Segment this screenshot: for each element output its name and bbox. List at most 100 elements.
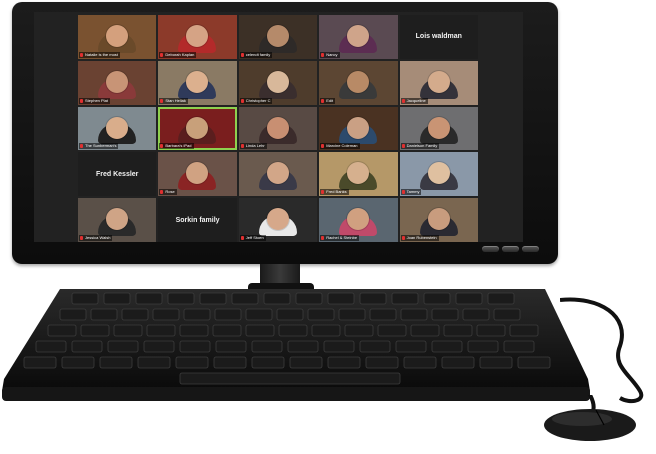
keyboard-key[interactable] [179,324,209,337]
keyboard-key[interactable] [423,292,451,305]
power-button[interactable] [522,246,539,252]
keyboard-key[interactable] [80,324,110,337]
keyboard-key[interactable] [245,324,275,337]
keyboard-key[interactable] [503,340,535,353]
participant-tile[interactable]: Christopher C [238,60,318,105]
keyboard-key[interactable] [215,340,247,353]
keyboard-key[interactable] [344,324,374,337]
keyboard-key[interactable] [179,340,211,353]
participant-tile[interactable]: Linda Lehr [238,106,318,151]
keyboard-key[interactable] [175,356,209,369]
keyboard-key[interactable] [90,308,118,321]
keyboard-key[interactable] [251,340,283,353]
keyboard-key[interactable] [493,308,521,321]
keyboard-key[interactable] [479,356,513,369]
participant-tile[interactable]: Sorkin family [158,198,237,242]
keyboard-key[interactable] [278,324,308,337]
keyboard-key[interactable] [487,292,515,305]
participant-tile[interactable]: Jessica Walsh [78,198,157,242]
keyboard-key[interactable] [47,324,77,337]
keyboard-key[interactable] [23,356,57,369]
keyboard-key[interactable] [509,324,539,337]
keyboard-key[interactable] [146,324,176,337]
keyboard-key[interactable] [212,324,242,337]
keyboard-key[interactable] [143,340,175,353]
participant-tile[interactable]: The Sunberman's [78,106,157,151]
keyboard-key[interactable] [395,340,427,353]
keyboard-key[interactable] [245,308,273,321]
keyboard-key[interactable] [214,308,242,321]
keyboard-key[interactable] [99,356,133,369]
keyboard-key[interactable] [61,356,95,369]
keyboard-key[interactable] [410,324,440,337]
keyboard-key[interactable] [431,340,463,353]
keyboard-key[interactable] [59,308,87,321]
keyboard-key[interactable] [289,356,323,369]
keyboard-key[interactable] [251,356,285,369]
keyboard-key[interactable] [403,356,437,369]
keyboard-key[interactable] [71,340,103,353]
participant-tile[interactable]: Joan Rubenstein [399,198,478,242]
keyboard-key[interactable] [377,324,407,337]
keyboard-key[interactable] [183,308,211,321]
participant-tile[interactable] [238,152,318,197]
participant-tile[interactable]: Barbara's iPad [158,106,237,151]
participant-tile[interactable]: Natalie is the most [78,15,157,59]
participant-tile[interactable]: celendt family [238,15,318,59]
keyboard-key[interactable] [295,292,323,305]
participant-tile[interactable]: Tammy [399,152,478,197]
keyboard-key[interactable] [35,340,67,353]
keyboard-key[interactable] [327,292,355,305]
participant-tile[interactable]: Rachel & Steinbe [319,198,398,242]
participant-tile[interactable]: Edit [319,60,398,105]
keyboard-key[interactable] [71,292,99,305]
keyboard-key[interactable] [287,340,319,353]
keyboard-key[interactable] [167,292,195,305]
keyboard-key[interactable] [276,308,304,321]
participant-tile[interactable]: Lois waldman [399,15,478,59]
keyboard-key[interactable] [152,308,180,321]
keyboard-key[interactable] [391,292,419,305]
keyboard-key[interactable] [107,340,139,353]
keyboard-key[interactable] [307,308,335,321]
keyboard-key[interactable] [135,292,163,305]
keyboard-key[interactable] [517,356,551,369]
keyboard-key[interactable] [441,356,475,369]
participant-tile[interactable]: Stan Heliak [158,60,237,105]
participant-tile[interactable]: Nancy [319,15,398,59]
keyboard-key[interactable] [359,292,387,305]
keyboard-key[interactable] [311,324,341,337]
participant-tile[interactable]: Deborah Kaplan [158,15,237,59]
participant-tile[interactable]: Jeff Stoen [238,198,318,242]
keyboard-key[interactable] [113,324,143,337]
participant-tile[interactable]: Danielson Family [399,106,478,151]
keyboard-key[interactable] [263,292,291,305]
keyboard-key[interactable] [213,356,247,369]
participant-tile[interactable]: Stephen Plat [78,60,157,105]
keyboard-key[interactable] [462,308,490,321]
keyboard-key[interactable] [323,340,355,353]
keyboard-key[interactable] [231,292,259,305]
keyboard-key[interactable] [327,356,361,369]
keyboard-key[interactable] [365,356,399,369]
keyboard-key[interactable] [476,324,506,337]
keyboard[interactable] [0,287,590,407]
monitor-button[interactable] [502,246,519,252]
participant-tile[interactable]: Rose [158,152,237,197]
keyboard-key[interactable] [443,324,473,337]
keyboard-key[interactable] [338,308,366,321]
spacebar-key[interactable] [179,372,401,385]
participant-tile[interactable]: Marcine Coleman [319,106,398,151]
keyboard-key[interactable] [199,292,227,305]
keyboard-key[interactable] [137,356,171,369]
monitor-button[interactable] [482,246,499,252]
keyboard-key[interactable] [121,308,149,321]
keyboard-key[interactable] [455,292,483,305]
keyboard-key[interactable] [103,292,131,305]
participant-tile[interactable]: Fred Banks [319,152,398,197]
keyboard-key[interactable] [431,308,459,321]
keyboard-key[interactable] [467,340,499,353]
keyboard-key[interactable] [359,340,391,353]
participant-tile[interactable]: Jacqueline [399,60,478,105]
keyboard-key[interactable] [369,308,397,321]
